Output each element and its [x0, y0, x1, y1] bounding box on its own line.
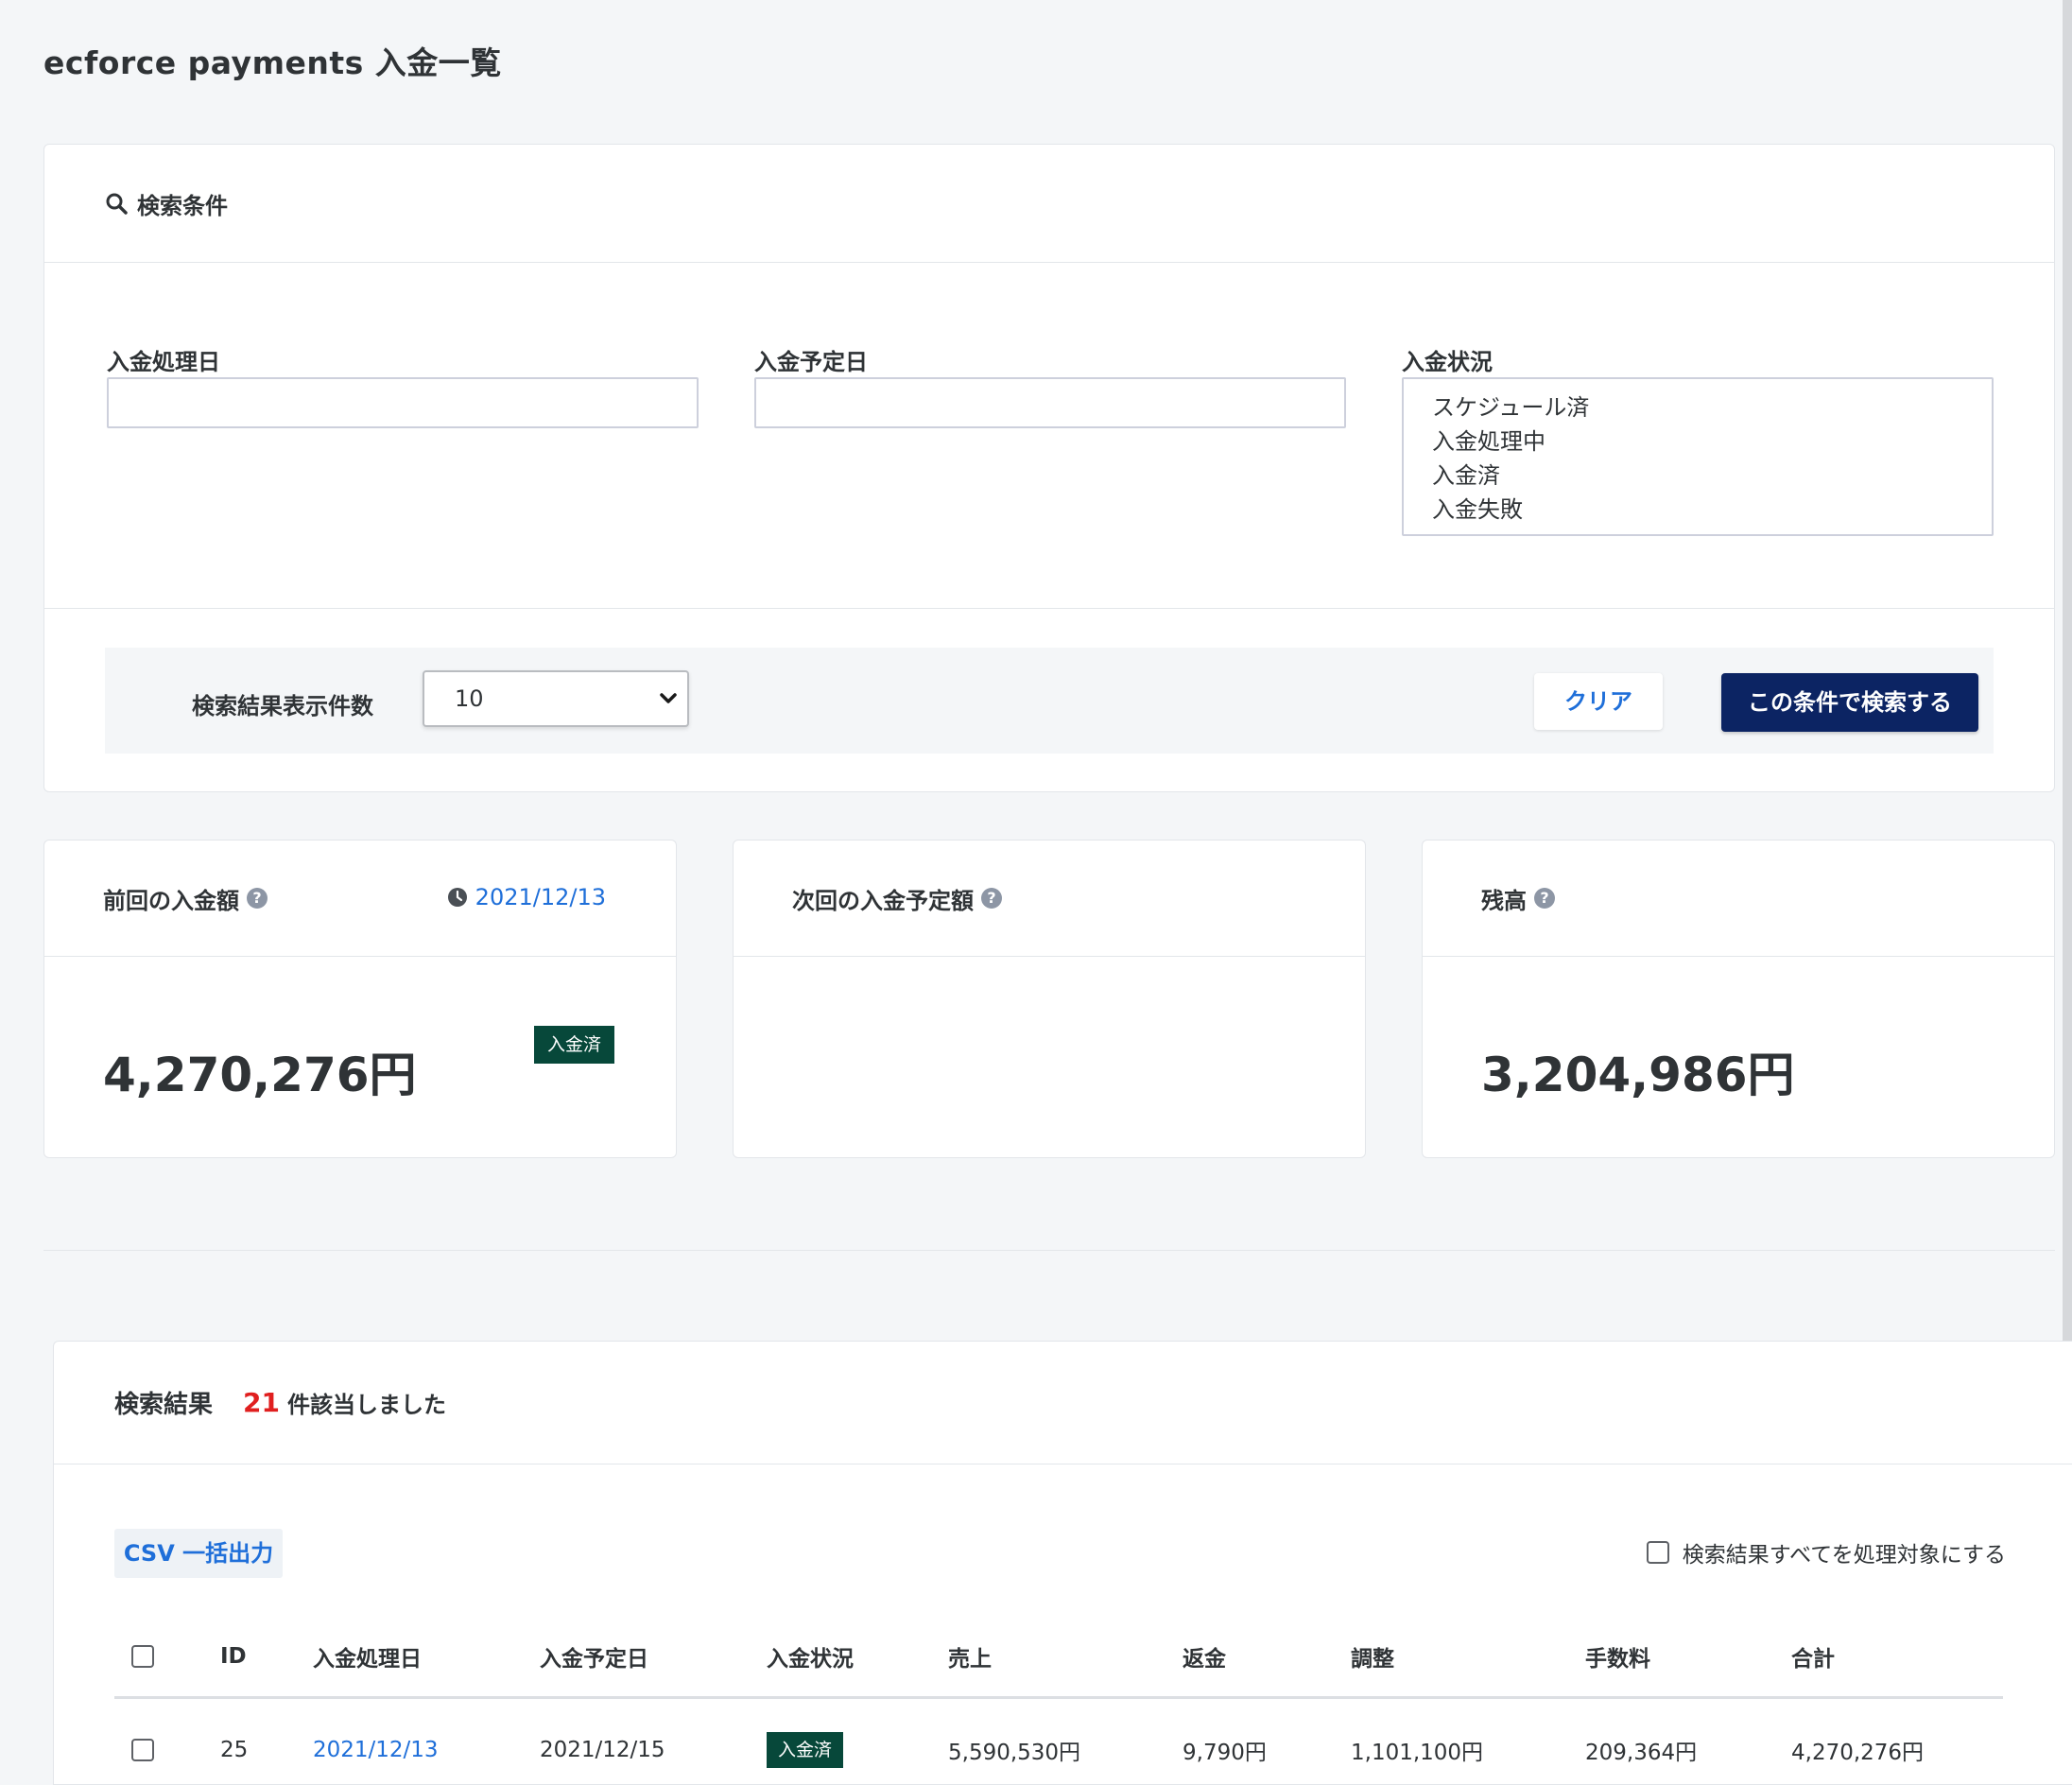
help-icon[interactable]: ?: [1534, 888, 1555, 909]
row-id: 25: [220, 1738, 249, 1762]
column-header-sales[interactable]: 売上: [948, 1616, 992, 1696]
last-payout-label: 前回の入金額: [103, 887, 239, 914]
clock-icon: [447, 888, 467, 907]
row-checkbox[interactable]: [131, 1739, 154, 1761]
row-sales: 5,590,530円: [948, 1741, 1081, 1765]
search-action-bar: 検索結果表示件数 10 クリア この条件で検索する: [105, 648, 1994, 754]
processed-date-input[interactable]: [107, 377, 699, 428]
row-refund: 9,790円: [1183, 1741, 1267, 1765]
search-submit-button[interactable]: この条件で検索する: [1721, 673, 1978, 732]
row-total: 4,270,276円: [1791, 1741, 1925, 1765]
scheduled-date-label: 入金予定日: [754, 349, 868, 375]
scheduled-date-input[interactable]: [754, 377, 1346, 428]
last-payout-date[interactable]: 2021/12/13: [447, 884, 606, 910]
column-header-processed-date[interactable]: 入金処理日: [313, 1616, 422, 1696]
row-scheduled-date: 2021/12/15: [540, 1738, 665, 1762]
column-header-scheduled-date[interactable]: 入金予定日: [540, 1616, 648, 1696]
select-all-results-label: 検索結果すべてを処理対象にする: [1682, 1543, 2006, 1568]
column-header-adjustment[interactable]: 調整: [1351, 1616, 1394, 1696]
column-header-total[interactable]: 合計: [1791, 1616, 1835, 1696]
page-scrollbar[interactable]: [2063, 0, 2072, 1341]
table-header-row: ID 入金処理日 入金予定日 入金状況 売上 返金 調整 手数料 合計: [114, 1616, 2003, 1699]
search-icon: [106, 193, 128, 215]
select-all-rows-checkbox[interactable]: [131, 1644, 154, 1668]
column-header-fee[interactable]: 手数料: [1585, 1616, 1650, 1696]
row-processed-date-link[interactable]: 2021/12/13: [313, 1738, 439, 1762]
results-count: 21: [243, 1387, 280, 1418]
select-all-results-checkbox[interactable]: [1646, 1541, 1669, 1564]
balance-label: 残高: [1481, 887, 1527, 914]
processed-date-label: 入金処理日: [107, 349, 220, 375]
last-payout-date-link[interactable]: 2021/12/13: [475, 884, 606, 910]
next-payout-card: 次回の入金予定額 ?: [733, 840, 1366, 1158]
per-page-value: 10: [455, 685, 484, 712]
csv-export-button[interactable]: CSV 一括出力: [114, 1529, 283, 1578]
next-payout-label: 次回の入金予定額: [792, 887, 974, 914]
column-header-refund[interactable]: 返金: [1183, 1616, 1226, 1696]
status-option-processing[interactable]: 入金処理中: [1432, 425, 1992, 459]
page-title: ecforce payments 入金一覧: [43, 44, 502, 81]
results-title: 検索結果: [114, 1391, 214, 1419]
status-badge: 入金済: [767, 1732, 844, 1768]
last-payout-amount: 4,270,276円: [103, 1048, 417, 1102]
help-icon[interactable]: ?: [247, 888, 268, 909]
search-panel: 検索条件 入金処理日 入金予定日 入金状況 スケジュール済 入金処理中 入金済 …: [43, 144, 2055, 792]
column-header-status[interactable]: 入金状況: [767, 1616, 854, 1696]
clear-button[interactable]: クリア: [1534, 673, 1663, 730]
balance-amount: 3,204,986円: [1481, 1048, 1795, 1102]
next-payout-header: 次回の入金予定額 ?: [734, 841, 1365, 957]
last-payout-header: 前回の入金額 ? 2021/12/13: [44, 841, 676, 957]
results-panel: 検索結果 21 件該当しました CSV 一括出力 検索結果すべてを処理対象にする…: [53, 1341, 2072, 1785]
row-adjustment: 1,101,100円: [1351, 1741, 1484, 1765]
status-listbox[interactable]: スケジュール済 入金処理中 入金済 入金失敗: [1402, 377, 1994, 536]
status-badge: 入金済: [534, 1026, 615, 1064]
chevron-down-icon: [660, 693, 677, 703]
per-page-label: 検索結果表示件数: [192, 693, 373, 719]
select-all-results[interactable]: 検索結果すべてを処理対象にする: [1646, 1536, 2006, 1568]
column-header-id[interactable]: ID: [220, 1616, 247, 1696]
search-panel-header: 検索条件: [44, 145, 2054, 263]
per-page-select[interactable]: 10: [423, 670, 689, 727]
status-option-paid[interactable]: 入金済: [1432, 459, 1992, 493]
results-count-suffix: 件該当しました: [286, 1392, 446, 1418]
balance-card: 残高 ? 3,204,986円: [1422, 840, 2055, 1158]
search-panel-title: 検索条件: [137, 192, 228, 219]
table-row[interactable]: 25 2021/12/13 2021/12/15 入金済 5,590,530円 …: [114, 1699, 2003, 1785]
results-table: ID 入金処理日 入金予定日 入金状況 売上 返金 調整 手数料 合計 25 2…: [114, 1616, 2003, 1785]
status-label: 入金状況: [1402, 349, 1493, 375]
row-fee: 209,364円: [1585, 1741, 1698, 1765]
help-icon[interactable]: ?: [981, 888, 1002, 909]
search-panel-divider: [44, 608, 2054, 609]
last-payout-card: 前回の入金額 ? 2021/12/13 4,270,276円 入金済: [43, 840, 677, 1158]
results-header: 検索結果 21 件該当しました: [54, 1342, 2072, 1464]
status-option-failed[interactable]: 入金失敗: [1432, 493, 1992, 527]
balance-header: 残高 ?: [1423, 841, 2054, 957]
section-divider: [43, 1250, 2055, 1251]
status-option-scheduled[interactable]: スケジュール済: [1432, 390, 1992, 425]
